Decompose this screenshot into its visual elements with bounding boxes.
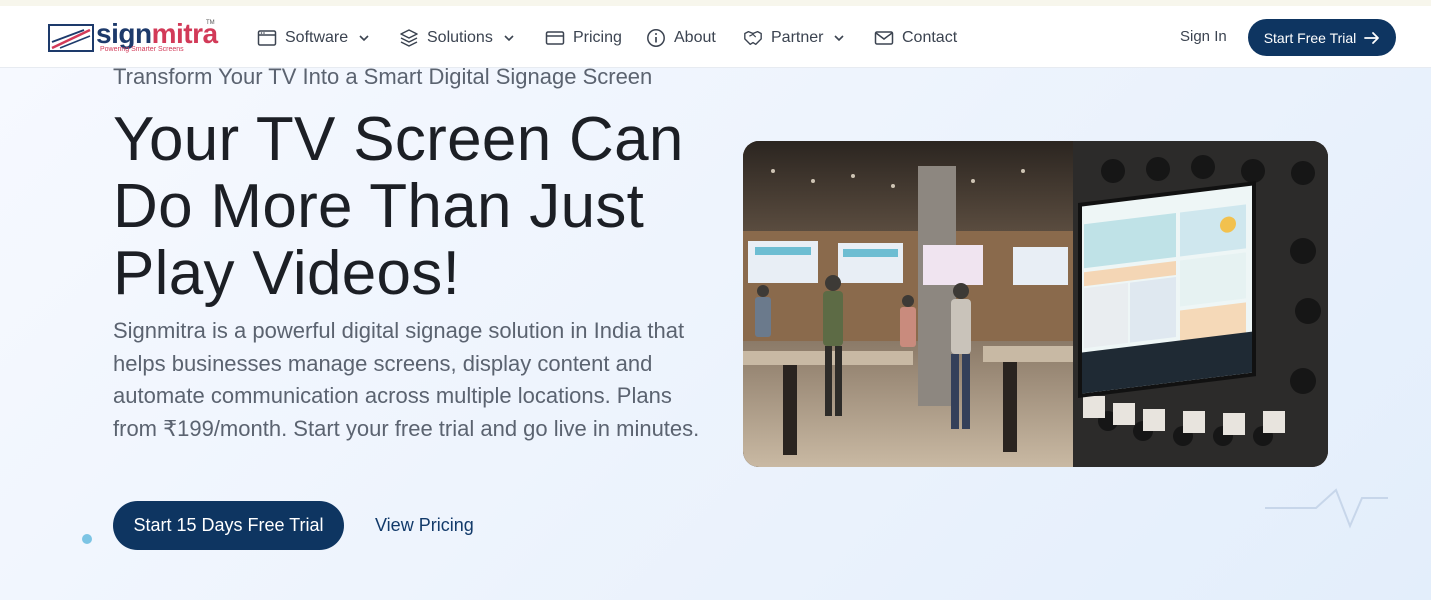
start-free-trial-label: Start Free Trial (1263, 29, 1357, 46)
logo-mark-icon (48, 24, 94, 52)
nav-contact[interactable]: Contact (874, 26, 957, 50)
nav-solutions[interactable]: Solutions (399, 26, 515, 50)
hero-section: Transform Your TV Into a Smart Digital S… (0, 68, 1431, 600)
nav-contact-label: Contact (902, 29, 958, 46)
hero-eyebrow: Transform Your TV Into a Smart Digital S… (113, 68, 653, 89)
info-icon (646, 28, 666, 48)
mail-icon (874, 28, 894, 48)
handshake-icon (743, 28, 763, 48)
nav-pricing-label: Pricing (573, 29, 622, 46)
nav-about-label: About (674, 29, 716, 46)
nav-software[interactable]: Software (257, 26, 370, 50)
start-free-trial-button[interactable]: Start Free Trial (1248, 19, 1396, 56)
layers-icon (399, 28, 419, 48)
chevron-down-icon (833, 32, 845, 44)
navbar: signmitra Powering Smarter Screens TM So… (0, 6, 1431, 68)
nav-about[interactable]: About (646, 26, 716, 50)
chevron-down-icon (503, 32, 515, 44)
chevron-down-icon (358, 32, 370, 44)
start-15-days-trial-button[interactable]: Start 15 Days Free Trial (113, 501, 344, 550)
logo-tagline: Powering Smarter Screens (100, 46, 184, 53)
nav-partner[interactable]: Partner (743, 26, 845, 50)
window-icon (257, 28, 277, 48)
view-pricing-link[interactable]: View Pricing (375, 515, 474, 536)
card-icon (545, 28, 565, 48)
hero-headline: Your TV Screen Can Do More Than Just Pla… (113, 105, 684, 308)
sign-in-link[interactable]: Sign In (1180, 28, 1227, 45)
hero-description: Signmitra is a powerful digital signage … (113, 318, 700, 441)
logo[interactable]: signmitra Powering Smarter Screens TM (48, 18, 218, 56)
nav-solutions-label: Solutions (427, 29, 493, 46)
nav-partner-label: Partner (771, 29, 824, 46)
nav-pricing[interactable]: Pricing (545, 26, 622, 50)
pulse-line-icon (1265, 488, 1388, 529)
nav-software-label: Software (285, 29, 349, 46)
logo-tm: TM (206, 20, 215, 26)
store-photo (743, 141, 1328, 467)
arrow-right-icon (1364, 31, 1380, 45)
decorative-dot (82, 534, 92, 544)
